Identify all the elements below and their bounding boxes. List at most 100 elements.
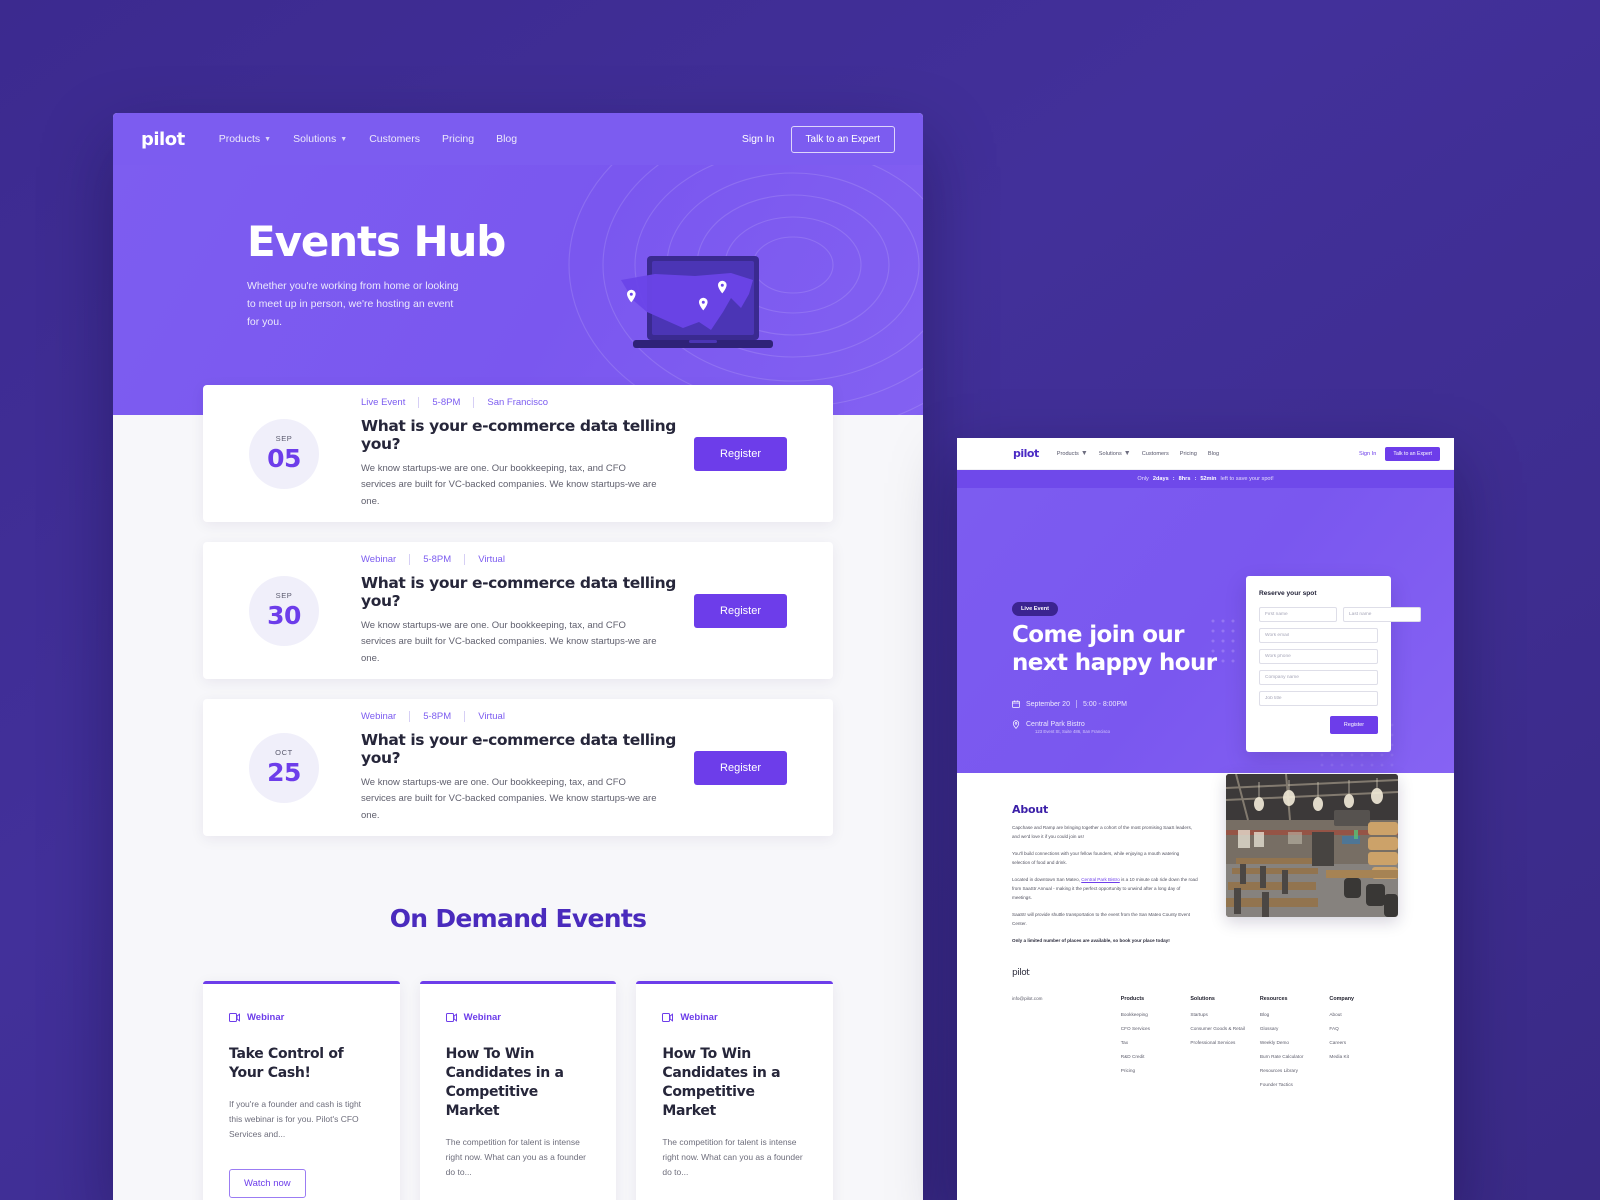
reserve-spot-form: Reserve your spot Register [1246,576,1421,752]
event-date-badge: SEP 05 [249,418,319,489]
footer-link[interactable]: Professional Services [1190,1039,1260,1046]
footer-link[interactable]: Founder Tactics [1260,1081,1330,1088]
tag-label: Webinar [463,1012,501,1023]
live-event-badge: Live Event [1012,602,1058,616]
footer-link[interactable]: Weekly Demo [1260,1039,1330,1046]
nav-item-pricing[interactable]: Pricing [442,133,474,145]
footer-pilot-logo[interactable]: pilot [1012,968,1399,978]
on-demand-tag: Webinar [229,1012,374,1023]
event-datetime-row: September 20 5:00 - 8:00PM [1012,700,1127,708]
footer-column-products: Products Bookkeeping CFO Services Tax R&… [1121,996,1191,1095]
footer-column-resources: Resources Blog Glossary Weekly Demo Burn… [1260,996,1330,1095]
form-row [1259,649,1378,664]
upcoming-events-list: SEP 05 Live Event 5-8PM San Francisco Wh… [113,385,923,836]
footer-link[interactable]: FAQ [1329,1025,1399,1032]
sign-in-link[interactable]: Sign In [742,133,775,145]
laptop-us-map-pins-illustration [621,256,773,348]
nav-label: Solutions [1098,450,1122,457]
event-card[interactable]: OCT 25 Webinar 5-8PM Virtual What is you… [203,699,833,836]
footer-link[interactable]: Pricing [1121,1067,1191,1074]
nav-item-customers[interactable]: Customers [1142,451,1169,457]
on-demand-card[interactable]: Webinar How To Win Candidates in a Compe… [636,981,834,1200]
on-demand-description: The competition for talent is intense ri… [662,1136,803,1178]
form-row [1259,670,1378,685]
event-meta: Webinar 5-8PM Virtual [361,553,694,565]
event-description: We know startups-we are one. Our bookkee… [361,462,657,507]
nav-item-solutions[interactable]: Solutions ▼ [1099,450,1131,457]
on-demand-title: How To Win Candidates in a Competitive M… [662,1046,781,1119]
first-name-input[interactable] [1259,607,1337,622]
panel-b-hero: Live Event Come join our next happy hour… [957,488,1454,773]
talk-to-an-expert-button[interactable]: Talk to an Expert [790,125,895,153]
on-demand-title: Take Control of Your Cash! [229,1046,344,1081]
event-month: SEP [275,434,293,443]
video-camera-icon [445,1013,457,1022]
footer-link[interactable]: Burn Rate Calculator [1260,1053,1330,1060]
work-phone-input[interactable] [1259,649,1378,664]
footer-link[interactable]: R&D Credit [1121,1053,1191,1060]
footer-column-solutions: Solutions Startups Consumer Goods & Reta… [1190,996,1260,1095]
last-name-input[interactable] [1343,607,1421,622]
on-demand-description: The competition for talent is intense ri… [445,1136,587,1178]
map-pin-icon [1012,720,1020,729]
event-day: 30 [267,601,301,630]
tag-label: Webinar [680,1012,718,1023]
footer-link[interactable]: Resources Library [1260,1067,1330,1074]
register-button[interactable]: Register [694,750,787,785]
footer-link[interactable]: Consumer Goods & Retail [1190,1025,1260,1032]
nav-item-blog[interactable]: Blog [1208,451,1219,457]
work-email-input[interactable] [1259,628,1378,643]
footer-link[interactable]: CFO Services [1121,1025,1191,1032]
footer-link[interactable]: Blog [1260,1011,1330,1018]
event-type: Live Event [361,396,406,408]
sign-in-link[interactable]: Sign In [1359,451,1376,457]
event-date: September 20 [1026,700,1070,708]
footer-link[interactable]: Startups [1190,1011,1260,1018]
footer-link[interactable]: Tax [1121,1039,1191,1046]
video-camera-icon [229,1013,240,1022]
on-demand-card[interactable]: Webinar How To Win Candidates in a Compe… [419,981,617,1200]
event-time: 5:00 - 8:00PM [1082,700,1127,708]
event-location: San Francisco [487,396,549,408]
nav-item-customers[interactable]: Customers [369,133,420,145]
talk-to-an-expert-button[interactable]: Talk to an Expert [1385,446,1440,461]
footer-link[interactable]: Glossary [1260,1025,1330,1032]
about-section: About Capchase and Ramp are bringing tog… [957,773,1454,946]
meta-divider [464,710,466,722]
pilot-logo[interactable]: pilot [1013,447,1039,460]
register-button[interactable]: Register [694,593,787,628]
form-register-button[interactable]: Register [1329,716,1378,734]
footer-link[interactable]: Bookkeeping [1121,1011,1191,1018]
footer-link[interactable]: Media Kit [1329,1053,1399,1060]
register-button[interactable]: Register [694,436,787,471]
pilot-logo[interactable]: pilot [141,129,185,150]
company-name-input[interactable] [1259,670,1378,685]
footer-email[interactable]: info@pilot.com [1012,996,1121,1095]
watch-now-button[interactable]: Watch now [229,1168,306,1198]
event-title: What is your e-commerce data telling you… [361,730,676,767]
countdown-banner: Only 2days : 8hrs : 52min left to save y… [957,470,1454,488]
event-time: 5-8PM [432,396,461,408]
event-type: Webinar [361,710,397,722]
venue-link[interactable]: Central Park Bistro [1081,877,1120,882]
nav-label: Products [1056,450,1079,457]
countdown-hours: 8hrs [1178,476,1191,482]
event-card[interactable]: SEP 05 Live Event 5-8PM San Francisco Wh… [203,385,833,522]
nav-item-solutions[interactable]: Solutions ▼ [293,133,347,145]
nav-item-blog[interactable]: Blog [496,133,517,145]
meta-divider [418,396,420,408]
footer-link[interactable]: About [1329,1011,1399,1018]
on-demand-tag: Webinar [445,1012,591,1023]
nav-item-products[interactable]: Products ▼ [1057,450,1088,457]
meta-divider [473,396,475,408]
panel-a-navbar: pilot Products ▼ Solutions ▼ Customers Pri… [113,113,923,165]
event-card[interactable]: SEP 30 Webinar 5-8PM Virtual What is you… [203,542,833,679]
countdown-suffix: left to save your spot! [1220,476,1274,482]
nav-item-products[interactable]: Products ▼ [219,133,271,145]
footer-link[interactable]: Careers [1329,1039,1399,1046]
job-title-input[interactable] [1259,691,1378,706]
on-demand-events-heading: On Demand Events [389,904,647,933]
tag-label: Webinar [247,1012,285,1023]
nav-item-pricing[interactable]: Pricing [1180,451,1197,457]
on-demand-card[interactable]: Webinar Take Control of Your Cash! If yo… [203,981,400,1200]
